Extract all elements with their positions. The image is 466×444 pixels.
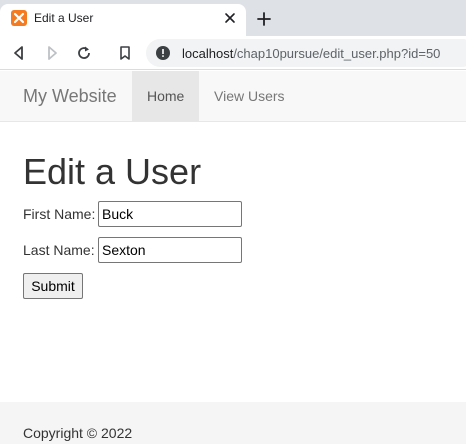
back-arrow-icon[interactable]	[10, 44, 28, 62]
nav-item-view-users[interactable]: View Users	[199, 71, 299, 121]
site-navbar: My Website Home View Users	[0, 71, 466, 122]
site-footer: Copyright © 2022	[0, 402, 466, 444]
address-bar[interactable]: localhost/chap10pursue/edit_user.php?id=…	[146, 39, 466, 67]
url-path: /chap10pursue/edit_user.php?id=50	[233, 46, 441, 61]
last-name-input[interactable]	[98, 237, 242, 263]
forward-arrow-icon[interactable]	[43, 44, 61, 62]
url-host: localhost	[182, 46, 234, 61]
nav-item-label: Home	[147, 88, 185, 104]
url-text: localhost/chap10pursue/edit_user.php?id=…	[182, 46, 440, 61]
tab-title: Edit a User	[34, 11, 94, 25]
new-tab-plus-icon[interactable]	[255, 10, 273, 28]
info-icon[interactable]	[156, 46, 170, 60]
first-name-input[interactable]	[98, 201, 242, 227]
reload-icon[interactable]	[75, 44, 93, 62]
last-name-label: Last Name:	[23, 242, 95, 258]
browser-tab-strip: Edit a User	[0, 0, 466, 36]
nav-item-label: View Users	[214, 88, 285, 104]
xampp-favicon-icon	[11, 10, 27, 26]
first-name-label: First Name:	[23, 206, 96, 222]
copyright-text: Copyright © 2022	[23, 425, 133, 441]
site-brand[interactable]: My Website	[23, 86, 117, 107]
page-title: Edit a User	[23, 151, 202, 192]
nav-item-home[interactable]: Home	[132, 71, 199, 121]
close-icon[interactable]	[222, 10, 238, 26]
browser-toolbar: localhost/chap10pursue/edit_user.php?id=…	[0, 36, 466, 70]
submit-button[interactable]: Submit	[23, 273, 83, 299]
bookmark-icon[interactable]	[116, 44, 134, 62]
browser-tab[interactable]: Edit a User	[0, 4, 246, 36]
